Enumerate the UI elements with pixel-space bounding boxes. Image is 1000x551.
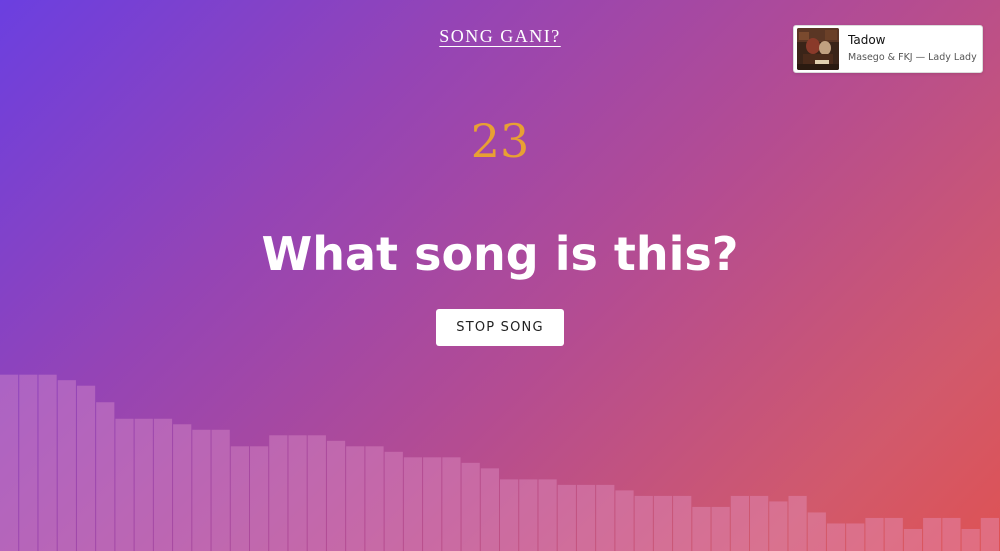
track-title: Tadow: [848, 33, 886, 47]
visualizer-bar: [153, 418, 173, 551]
visualizer-bar: [634, 495, 653, 551]
visualizer-bar: [269, 435, 288, 551]
visualizer-bar: [288, 435, 307, 551]
visualizer-bar: [250, 446, 269, 551]
visualizer-bar: [442, 457, 461, 551]
visualizer-bar: [884, 517, 903, 551]
album-art-thumbnail: [797, 28, 839, 70]
visualizer-bar: [980, 517, 999, 551]
visualizer-bar: [173, 424, 192, 551]
visualizer-bar: [346, 446, 365, 551]
visualizer-bar: [423, 457, 442, 551]
question-heading: What song is this?: [261, 227, 739, 281]
visualizer-bar: [903, 528, 923, 551]
visualizer-bar: [557, 484, 576, 551]
visualizer-bar: [750, 495, 769, 551]
visualizer-bar: [711, 506, 730, 551]
visualizer-bar: [134, 418, 153, 551]
visualizer-bar: [307, 435, 326, 551]
visualizer-bar: [576, 484, 596, 551]
visualizer-bar: [826, 523, 846, 551]
visualizer-bar: [19, 374, 38, 551]
visualizer-bar: [653, 495, 673, 551]
visualizer-bar: [0, 374, 19, 551]
visualizer-bar: [923, 517, 942, 551]
visualizer-bar: [38, 374, 57, 551]
visualizer-bar: [846, 523, 865, 551]
visualizer-bar: [384, 451, 403, 551]
visualizer-bar: [480, 468, 499, 551]
countdown-timer: 23: [470, 114, 530, 168]
app-title-link[interactable]: SONG GANI?: [439, 26, 561, 46]
visualizer-bar: [673, 495, 692, 551]
visualizer-bar: [865, 517, 884, 551]
track-info: Tadow Masego & FKJ — Lady Lady: [848, 33, 977, 65]
visualizer-bar: [769, 501, 788, 551]
visualizer-bar: [596, 484, 615, 551]
visualizer-bar: [365, 446, 384, 551]
track-artist-album: Masego & FKJ — Lady Lady: [848, 52, 977, 63]
visualizer-bar: [500, 479, 519, 551]
visualizer-bar: [538, 479, 557, 551]
visualizer-bar: [76, 385, 96, 551]
visualizer-bar: [961, 528, 980, 551]
now-playing-card[interactable]: Tadow Masego & FKJ — Lady Lady: [793, 25, 983, 73]
visualizer-bar: [788, 495, 807, 551]
visualizer-bar: [461, 462, 480, 551]
visualizer-bar: [942, 517, 961, 551]
visualizer-bar: [192, 429, 211, 551]
visualizer-bar: [230, 446, 249, 551]
visualizer-bar: [326, 440, 346, 551]
visualizer-bar: [96, 402, 115, 551]
visualizer-bar: [403, 457, 423, 551]
visualizer-bar: [807, 512, 826, 551]
visualizer-bar: [519, 479, 538, 551]
visualizer-bar: [730, 495, 749, 551]
visualizer-bar: [615, 490, 634, 551]
visualizer-bar: [692, 506, 711, 551]
visualizer-bar: [211, 429, 230, 551]
visualizer-bar: [115, 418, 134, 551]
visualizer-bar: [57, 380, 76, 551]
stop-song-button[interactable]: STOP SONG: [436, 309, 564, 346]
